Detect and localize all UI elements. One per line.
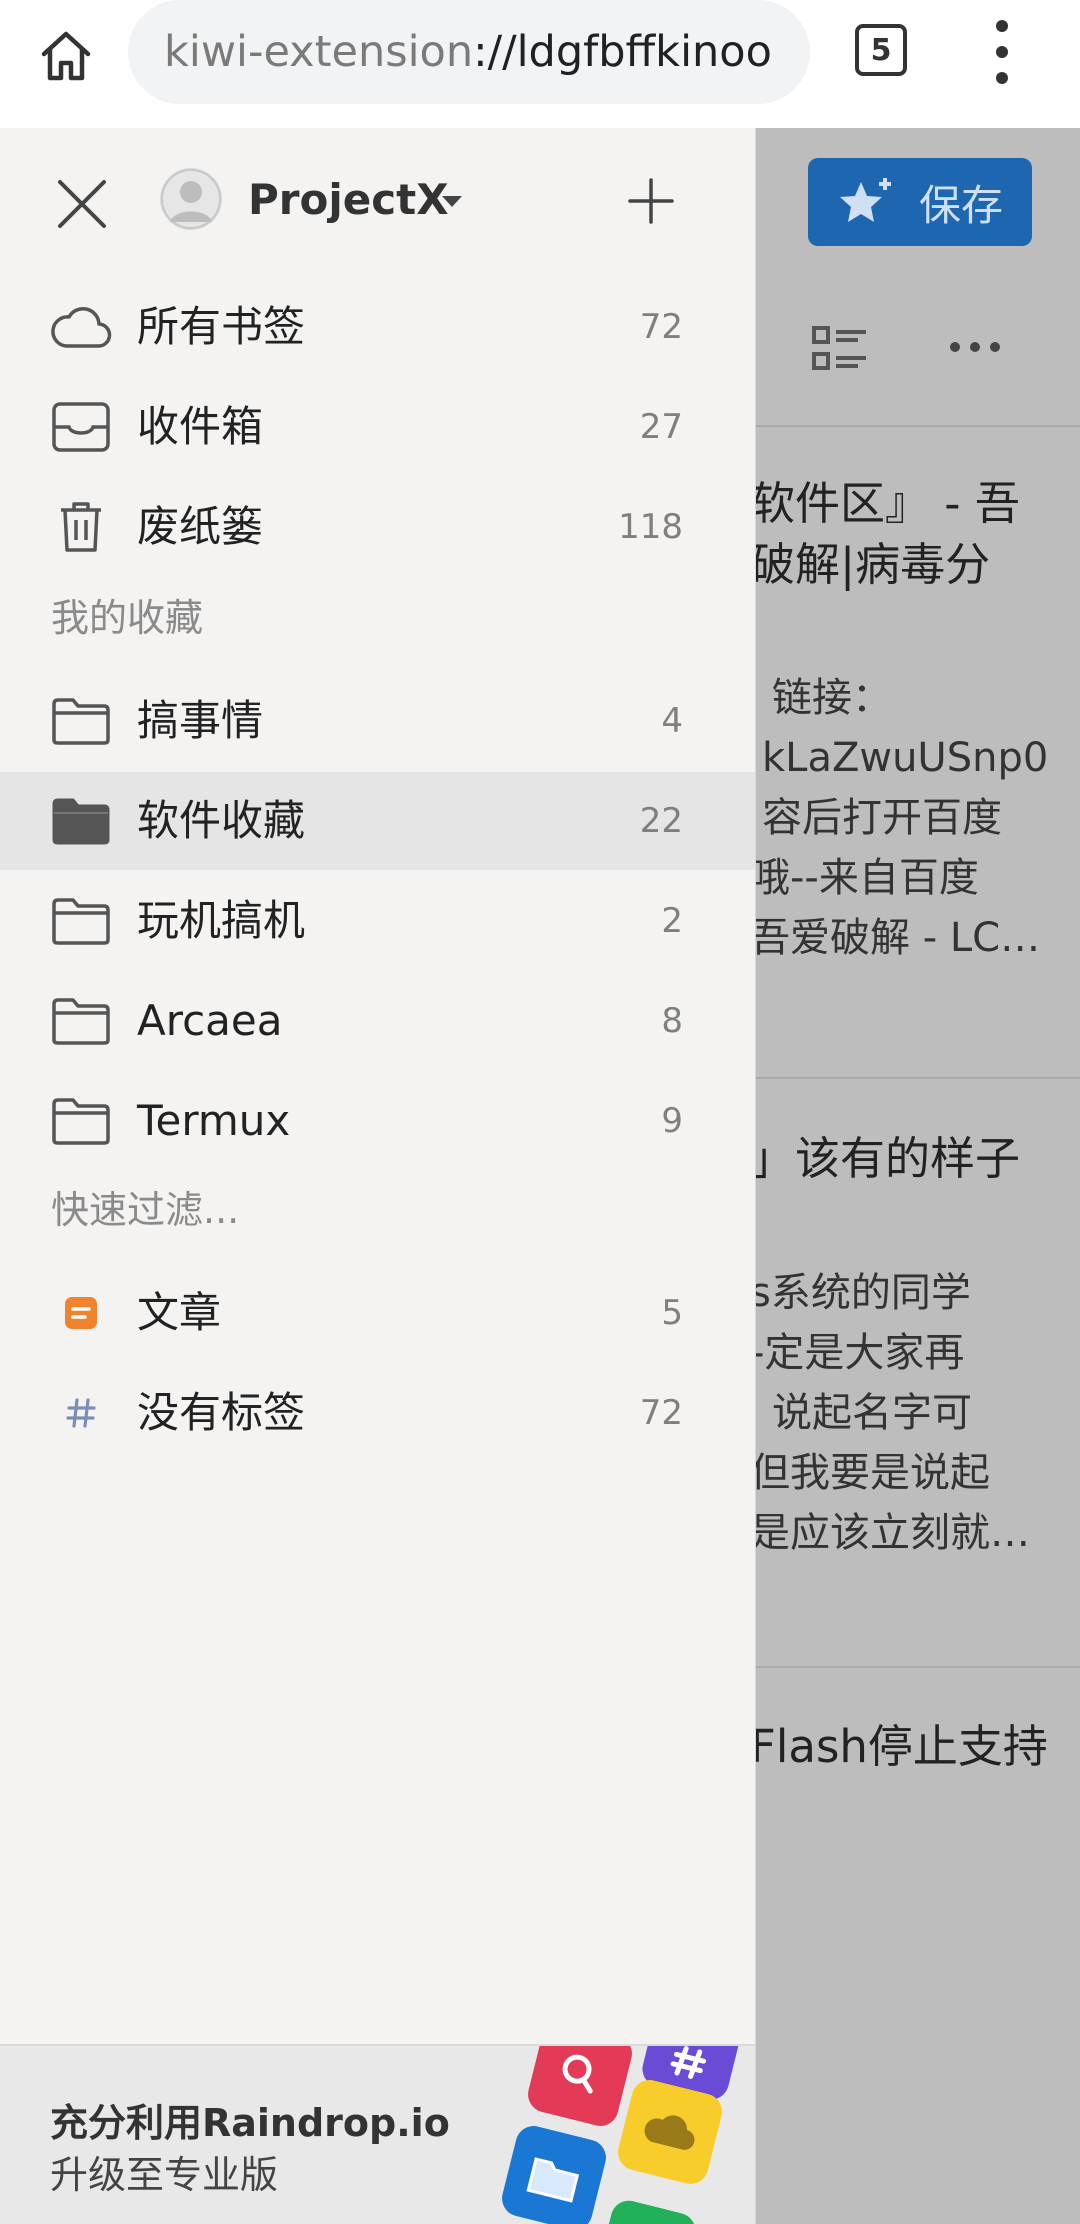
sidebar-item-inbox[interactable]: 收件箱 27 — [0, 378, 755, 476]
promo-title: 充分利用Raindrop.io — [50, 2101, 450, 2145]
item-count: 5 — [661, 1293, 683, 1333]
folder-icon — [50, 1093, 112, 1149]
sidebar-item-label: Arcaea — [137, 996, 283, 1045]
item-count: 72 — [639, 1393, 683, 1433]
collections-drawer: ProjectX 所有书签 72 收件箱 27 废纸篓 118 我的收藏 搞事情… — [0, 128, 756, 2224]
article-icon — [50, 1285, 112, 1341]
card-text-line: 容后打开百度 — [762, 795, 1002, 841]
tab-count: 5 — [870, 32, 892, 68]
sidebar-item-trash[interactable]: 废纸篓 118 — [0, 478, 755, 576]
sidebar-item-label: 文章 — [137, 1288, 222, 1337]
section-header-filters: 快速过滤... — [51, 1188, 240, 1232]
list-view-icon[interactable] — [812, 326, 868, 372]
card-text-line: 链接： — [772, 675, 892, 721]
url-path: ://ldgfbffkinoo — [473, 27, 772, 77]
card-title-line: Flash停止支持 — [750, 1720, 1048, 1773]
drawer-header: ProjectX — [0, 128, 755, 268]
item-count: 118 — [618, 507, 683, 547]
cloud-icon — [50, 299, 112, 355]
inbox-icon — [50, 399, 112, 455]
sidebar-item-all-bookmarks[interactable]: 所有书签 72 — [0, 278, 755, 376]
tag-tile-icon — [594, 2196, 700, 2224]
item-count: 9 — [661, 1101, 683, 1141]
search-icon — [524, 2046, 636, 2130]
trash-icon — [50, 499, 112, 555]
close-icon[interactable] — [52, 174, 112, 234]
card-text-line: -定是大家再 — [750, 1330, 965, 1376]
sidebar-item-label: 废纸篓 — [137, 502, 264, 551]
section-header-favorites: 我的收藏 — [51, 596, 204, 640]
card-title-line: 软件区』 - 吾 — [750, 477, 1020, 530]
sidebar-item-collection[interactable]: Arcaea 8 — [0, 972, 755, 1070]
card-text-line: 是应该立刻就… — [750, 1510, 1030, 1556]
divider — [754, 425, 1080, 427]
save-label: 保存 — [918, 180, 1003, 230]
sidebar-item-label: Termux — [137, 1096, 291, 1145]
more-vert-icon[interactable] — [980, 20, 1024, 84]
more-horiz-icon[interactable] — [950, 342, 1000, 354]
star-add-icon — [839, 178, 891, 222]
account-name[interactable]: ProjectX — [248, 172, 449, 228]
card-text-line: 说起名字可 — [772, 1390, 972, 1436]
item-count: 2 — [661, 901, 683, 941]
card-title-line: 破解|病毒分 — [750, 538, 991, 591]
divider — [754, 1077, 1080, 1079]
save-button[interactable]: 保存 — [808, 158, 1032, 246]
sidebar-item-label: 玩机搞机 — [137, 896, 306, 945]
item-count: 72 — [639, 307, 683, 347]
divider — [754, 1666, 1080, 1668]
upgrade-promo-banner[interactable]: 充分利用Raindrop.io 升级至专业版 — [0, 2044, 755, 2224]
sidebar-item-collection[interactable]: 搞事情 4 — [0, 672, 755, 770]
sidebar-item-filter-untagged[interactable]: 没有标签 72 — [0, 1364, 755, 1462]
item-count: 27 — [639, 407, 683, 447]
folder-icon — [50, 993, 112, 1049]
sidebar-item-collection-selected[interactable]: 软件收藏 22 — [0, 772, 755, 870]
sidebar-item-collection[interactable]: 玩机搞机 2 — [0, 872, 755, 970]
item-count: 4 — [661, 701, 683, 741]
plus-icon[interactable] — [628, 178, 674, 224]
tab-switcher-button[interactable]: 5 — [855, 24, 907, 76]
card-text-line: s系统的同学 — [750, 1270, 971, 1316]
card-text-line: 但我要是说起 — [750, 1450, 990, 1496]
sidebar-item-label: 搞事情 — [137, 696, 264, 745]
card-text-line: 吾爱破解 - LC… — [750, 915, 1041, 961]
sidebar-item-filter-articles[interactable]: 文章 5 — [0, 1264, 755, 1362]
url-text: kiwi-extension://ldgfbffkinoo — [128, 27, 772, 77]
sidebar-item-collection[interactable]: Termux 9 — [0, 1072, 755, 1170]
promo-subtitle: 升级至专业版 — [50, 2153, 279, 2197]
address-bar[interactable]: kiwi-extension://ldgfbffkinoo — [128, 0, 810, 104]
caret-down-icon[interactable] — [442, 196, 462, 207]
browser-toolbar: kiwi-extension://ldgfbffkinoo 5 — [0, 0, 1080, 128]
folder-tile-icon — [498, 2122, 610, 2224]
card-text-line: 哦--来自百度 — [750, 855, 979, 901]
card-text-line: kLaZwuUSnp0 — [762, 735, 1049, 781]
folder-filled-icon — [50, 793, 112, 849]
card-title-line: 」该有的样子 — [750, 1132, 1021, 1185]
hashtag-icon — [50, 1385, 112, 1441]
sidebar-item-label: 软件收藏 — [137, 796, 306, 845]
sidebar-item-label: 收件箱 — [137, 402, 264, 451]
sidebar-item-label: 没有标签 — [137, 1388, 306, 1437]
home-icon[interactable] — [28, 18, 104, 94]
avatar[interactable] — [160, 168, 222, 230]
url-scheme: kiwi-extension — [164, 27, 474, 77]
folder-icon — [50, 893, 112, 949]
folder-icon — [50, 693, 112, 749]
sidebar-item-label: 所有书签 — [137, 302, 306, 351]
item-count: 8 — [661, 1001, 683, 1041]
item-count: 22 — [639, 801, 683, 841]
